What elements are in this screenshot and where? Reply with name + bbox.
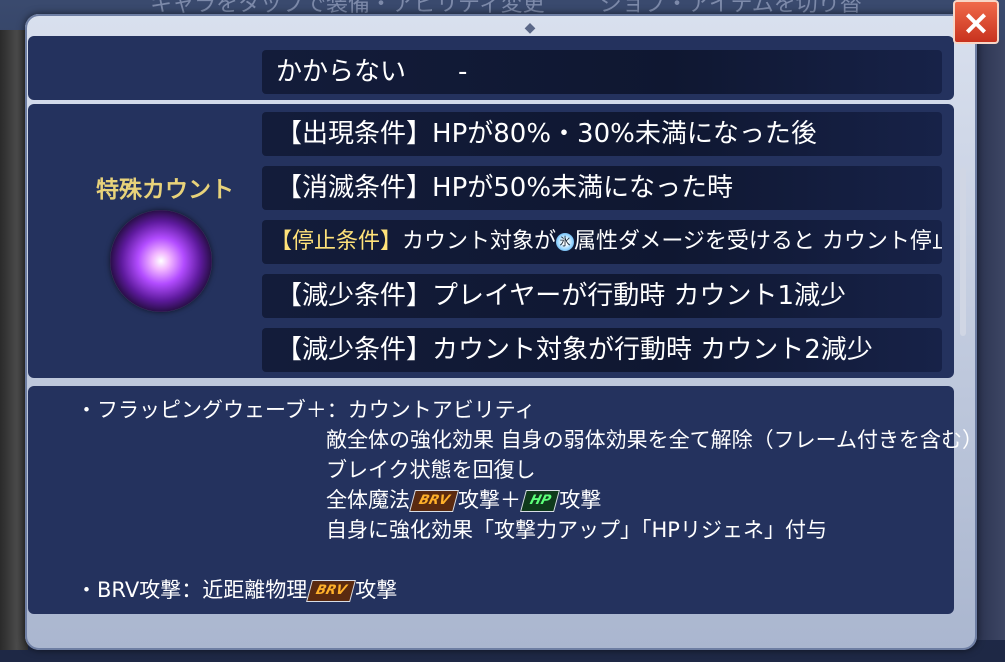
brv-badge-icon: BRV — [409, 490, 459, 512]
ability-text: 攻撃 — [559, 488, 602, 512]
special-count-label: 特殊カウント — [96, 177, 234, 203]
status-row: かからない - — [262, 50, 942, 94]
condition-text: カウント対象が — [402, 229, 557, 254]
ability-line: ・BRV攻撃：近距離物理 BRV 攻撃 — [76, 575, 397, 605]
condition-tag: 【消滅条件】 — [276, 173, 433, 203]
condition-tag: 【減少条件】 — [276, 335, 433, 365]
ability-name: ・フラッピングウェーブ＋： — [76, 398, 348, 422]
status-row-text: かからない - — [276, 57, 468, 87]
ability-text: 攻撃 — [355, 578, 398, 602]
condition-text: HPが80%・30%未満になった後 — [432, 119, 817, 149]
condition-row: 【減少条件】カウント対象が行動時 カウント2減少 — [262, 328, 942, 372]
ability-line: ブレイク状態を回復し — [326, 458, 536, 482]
ornament-icon: ◆ — [524, 20, 536, 36]
condition-row: 【減少条件】プレイヤーが行動時 カウント1減少 — [262, 274, 942, 318]
ability-text: 攻撃＋ — [457, 488, 521, 512]
background-left-strip — [0, 30, 28, 650]
ability-text: 全体魔法 — [326, 488, 410, 512]
ability-line: 敵全体の強化効果 自身の弱体効果を全て解除（フレーム付きを含む） — [326, 428, 984, 452]
condition-text: 属性ダメージを受けると カウント停止 — [574, 229, 942, 254]
condition-tag: 【減少条件】 — [276, 281, 433, 311]
ability-line: 自身に強化効果「攻撃力アップ」「HPリジェネ」付与 — [326, 518, 827, 542]
condition-text: HPが50%未満になった時 — [432, 173, 734, 203]
ability-type: カウントアビリティ — [347, 398, 536, 422]
condition-row: 【消滅条件】HPが50%未満になった時 — [262, 166, 942, 210]
scrollbar[interactable] — [960, 168, 966, 336]
close-button[interactable]: × — [953, 0, 999, 44]
count-orb-icon — [110, 210, 212, 312]
hp-badge-icon: HP — [520, 490, 561, 512]
condition-row: 【出現条件】HPが80%・30%未満になった後 — [262, 112, 942, 156]
condition-text: プレイヤーが行動時 カウント1減少 — [432, 281, 847, 311]
ability-line: 全体魔法 BRV 攻撃＋ HP 攻撃 — [326, 485, 601, 515]
condition-tag: 【停止条件】 — [270, 229, 403, 254]
brv-badge-icon: BRV — [306, 580, 357, 602]
ability-text: ・BRV攻撃：近距離物理 — [76, 578, 308, 602]
background-right-strip — [975, 40, 1005, 640]
condition-row: 【停止条件】カウント対象が氷属性ダメージを受けると カウント停止 — [262, 220, 942, 264]
condition-text: カウント対象が行動時 カウント2減少 — [432, 335, 873, 365]
ability-line: ・フラッピングウェーブ＋：カウントアビリティ — [76, 395, 536, 425]
condition-tag: 【出現条件】 — [276, 119, 433, 149]
ice-element-icon: 氷 — [556, 233, 575, 251]
